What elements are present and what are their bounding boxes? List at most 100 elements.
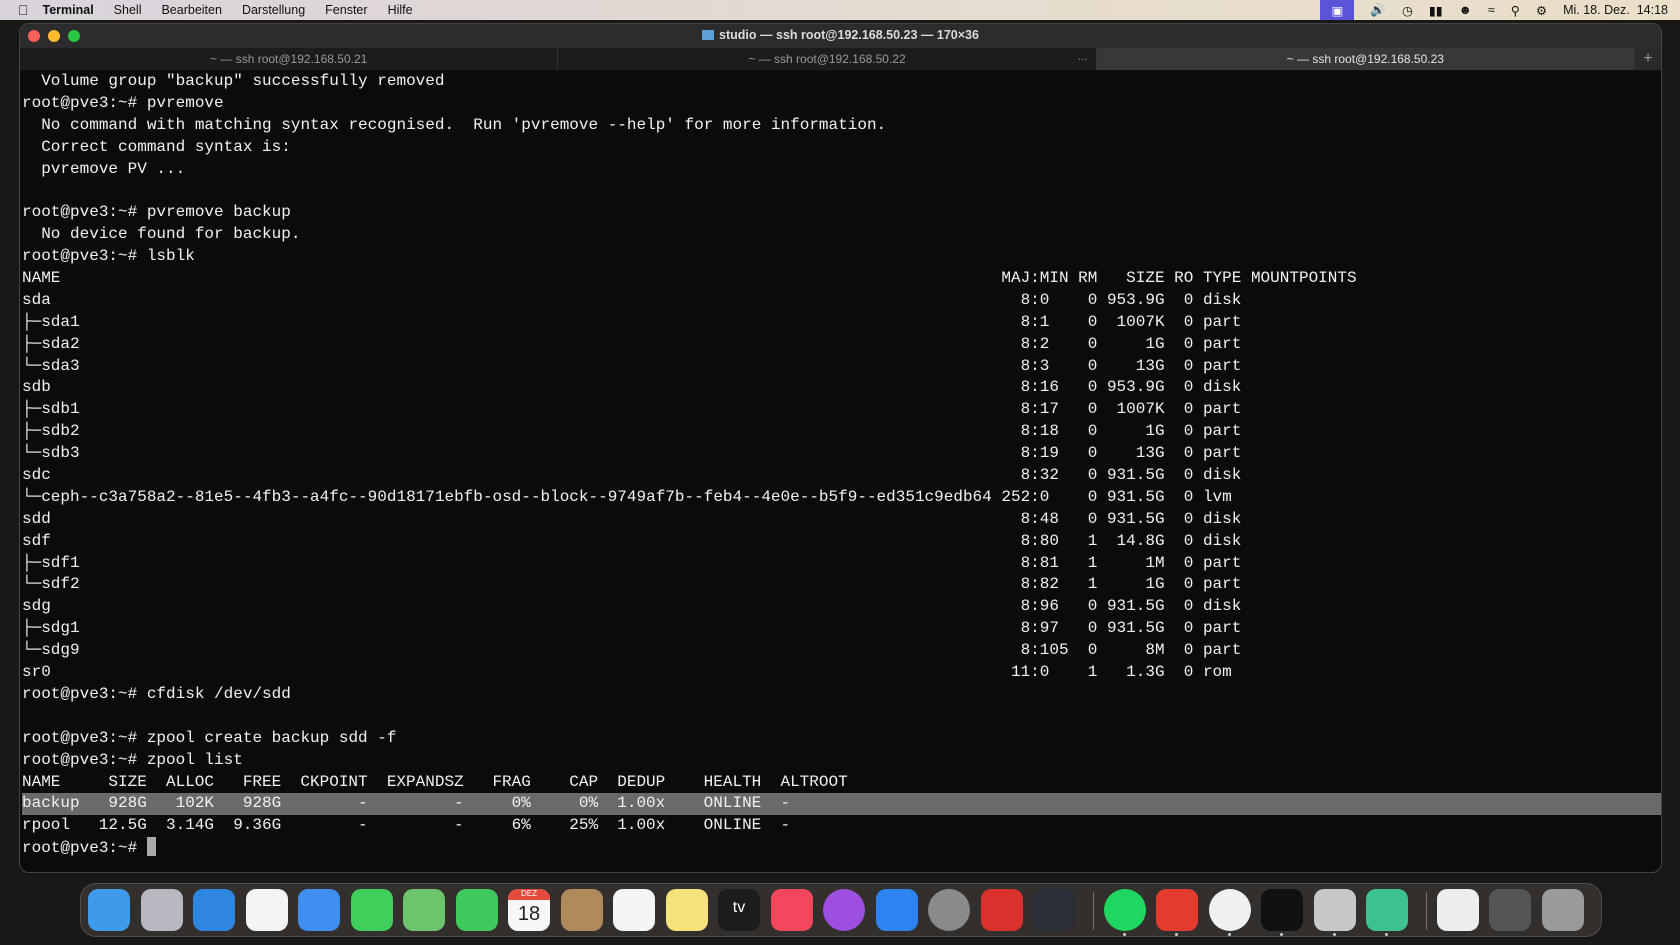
dock-photos-icon[interactable] xyxy=(245,889,288,931)
time-machine-icon[interactable]: ◷ xyxy=(1402,3,1413,18)
dock-app-store-icon[interactable] xyxy=(875,889,918,931)
dock-apple-tv-icon[interactable]: tv xyxy=(718,889,760,931)
dock-chrome-icon[interactable] xyxy=(1208,889,1251,931)
terminal-line: backup 928G 102K 928G - -0% 0% 1.00x ONLINE - xyxy=(22,793,1661,816)
dock-spotify-icon[interactable] xyxy=(1103,889,1146,931)
clock[interactable]: Mi. 18. Dez. 14:18 xyxy=(1563,3,1668,17)
dock-reminders-icon[interactable] xyxy=(613,889,655,931)
terminal-line: └─sda3 8:3 0 13G 0 part xyxy=(22,356,1661,378)
terminal-cell: - xyxy=(454,794,464,813)
menu-darstellung[interactable]: Darstellung xyxy=(242,3,305,17)
terminal-cell: ├─sdf1 xyxy=(22,553,80,572)
dock-tomato-app-icon[interactable] xyxy=(1156,889,1198,931)
tab-overflow-icon[interactable]: ... xyxy=(1078,45,1088,68)
apple-menu-icon[interactable]:  xyxy=(18,2,29,18)
dock-calendar-icon[interactable]: 18 DEZ xyxy=(508,889,550,931)
user-icon[interactable]: ☻ xyxy=(1459,3,1472,17)
tab-ssh-21[interactable]: ~ — ssh root@192.168.50.21 xyxy=(20,48,559,70)
terminal-cell: RO xyxy=(1174,269,1194,288)
terminal-cell: sdd xyxy=(22,509,51,528)
terminal-cell: 14.8G xyxy=(1116,531,1165,550)
terminal-text: root@pve3:~# pvremove backup xyxy=(22,203,291,222)
menu-shell[interactable]: Shell xyxy=(114,3,142,17)
dock-sync-app-icon[interactable] xyxy=(1366,889,1408,931)
terminal-cell: └─sdb3 xyxy=(22,444,80,463)
tab-ssh-22[interactable]: ~ — ssh root@192.168.50.22... xyxy=(558,45,1097,70)
dock-finder-icon[interactable] xyxy=(88,889,130,931)
dock-facetime-icon[interactable] xyxy=(455,889,498,931)
terminal-cell: NAME xyxy=(22,772,61,791)
dock-icon-sublabel: DEZ xyxy=(508,889,550,900)
terminal-cell: 0 xyxy=(1087,487,1098,506)
terminal-cursor[interactable] xyxy=(146,837,156,857)
terminal-cell: 0 xyxy=(1183,487,1194,506)
dock-terminal-icon[interactable] xyxy=(1261,889,1303,931)
control-center-icon[interactable]: ⚙ xyxy=(1536,3,1547,18)
terminal-cell: 1G xyxy=(1145,575,1165,594)
dock-messages-icon[interactable] xyxy=(350,889,393,931)
menu-app-terminal[interactable]: Terminal xyxy=(43,3,94,17)
terminal-line: sdg 8:96 0 931.5G 0 disk xyxy=(22,596,1661,618)
battery-icon[interactable]: ▮▮ xyxy=(1429,3,1443,18)
dock-system-settings-icon[interactable] xyxy=(928,889,970,931)
spotlight-icon[interactable]: ⚲ xyxy=(1511,3,1520,18)
dock-notes-icon[interactable] xyxy=(665,889,708,931)
terminal-cell: 0 xyxy=(1087,444,1098,463)
terminal-line: sr0 11:0 1 1.3G 0 rom xyxy=(22,662,1661,684)
dock-trash-icon[interactable] xyxy=(1541,889,1584,931)
terminal-cell: part xyxy=(1202,641,1242,660)
screen-mirroring-icon[interactable]: ▣ xyxy=(1320,0,1355,20)
terminal-cell: 3.14G xyxy=(166,816,215,835)
terminal-cell: 8:80 xyxy=(1020,531,1059,550)
terminal-line: root@pve3:~# zpool list xyxy=(22,750,1661,772)
terminal-cell: 953.9G xyxy=(1106,378,1165,397)
terminal-text: root@pve3:~# pvremove xyxy=(22,93,224,112)
terminal-cell: disk xyxy=(1202,597,1242,616)
terminal-cell: part xyxy=(1202,356,1242,375)
terminal-cell: 931.5G xyxy=(1106,509,1165,528)
dock-podcasts-icon[interactable] xyxy=(823,889,865,931)
menu-fenster[interactable]: Fenster xyxy=(325,3,367,17)
volume-icon[interactable]: 🔊 xyxy=(1370,3,1386,18)
tab-label: ~ — ssh root@192.168.50.21 xyxy=(210,52,368,66)
menu-bar:  Terminal Shell Bearbeiten Darstellung … xyxy=(0,0,1680,20)
dock-mail-icon[interactable] xyxy=(298,889,340,931)
wifi-icon[interactable]: ≈ xyxy=(1488,3,1495,17)
terminal-cell: 8:2 xyxy=(1020,334,1050,353)
dock-icon-label: 18 xyxy=(517,903,541,925)
terminal-output[interactable]: Volume group "backup" successfully remov… xyxy=(20,71,1661,872)
terminal-cell: 1G xyxy=(1145,334,1165,353)
terminal-cell: 0 xyxy=(1183,663,1194,682)
menu-hilfe[interactable]: Hilfe xyxy=(388,3,413,17)
terminal-line: ├─sda1 8:1 0 1007K 0 part xyxy=(22,312,1661,334)
terminal-cell: 8:3 xyxy=(1020,356,1050,375)
dock-quicktime-icon[interactable] xyxy=(1033,889,1075,931)
dock-maps-icon[interactable] xyxy=(403,889,445,931)
terminal-cell: sdf xyxy=(22,531,51,550)
title-bar: studio — ssh root@192.168.50.23 — 170×36 xyxy=(20,24,1661,48)
terminal-cell: part xyxy=(1202,422,1242,441)
terminal-cell: └─sda3 xyxy=(22,356,80,375)
menu-bearbeiten[interactable]: Bearbeiten xyxy=(161,3,221,17)
terminal-cell: 1 xyxy=(1087,531,1098,550)
terminal-line: ├─sdb2 8:18 0 1G 0 part xyxy=(22,421,1661,443)
dock-archive-file-icon[interactable] xyxy=(1436,889,1479,931)
terminal-cell: ALTROOT xyxy=(780,772,848,791)
dock-disk-utility-icon[interactable] xyxy=(980,889,1023,931)
dock-launchpad-icon[interactable] xyxy=(140,889,183,931)
running-indicator xyxy=(1332,933,1336,936)
new-tab-button[interactable]: + xyxy=(1634,48,1661,70)
terminal-cell: 8:18 xyxy=(1020,422,1059,441)
dock-safari-icon[interactable] xyxy=(193,889,235,931)
terminal-cell: 0 xyxy=(1183,356,1194,375)
dock-contacts-icon[interactable] xyxy=(560,889,603,931)
dock-downloads-stack-icon[interactable] xyxy=(1489,889,1531,931)
terminal-cell: 1G xyxy=(1145,422,1165,441)
dock-music-icon[interactable] xyxy=(770,889,813,931)
terminal-cell: 1 xyxy=(1087,553,1098,572)
terminal-cell: 6% xyxy=(511,816,531,835)
dock-calculator-icon[interactable] xyxy=(1313,889,1356,931)
tab-ssh-23[interactable]: ~ — ssh root@192.168.50.23 xyxy=(1096,48,1635,70)
